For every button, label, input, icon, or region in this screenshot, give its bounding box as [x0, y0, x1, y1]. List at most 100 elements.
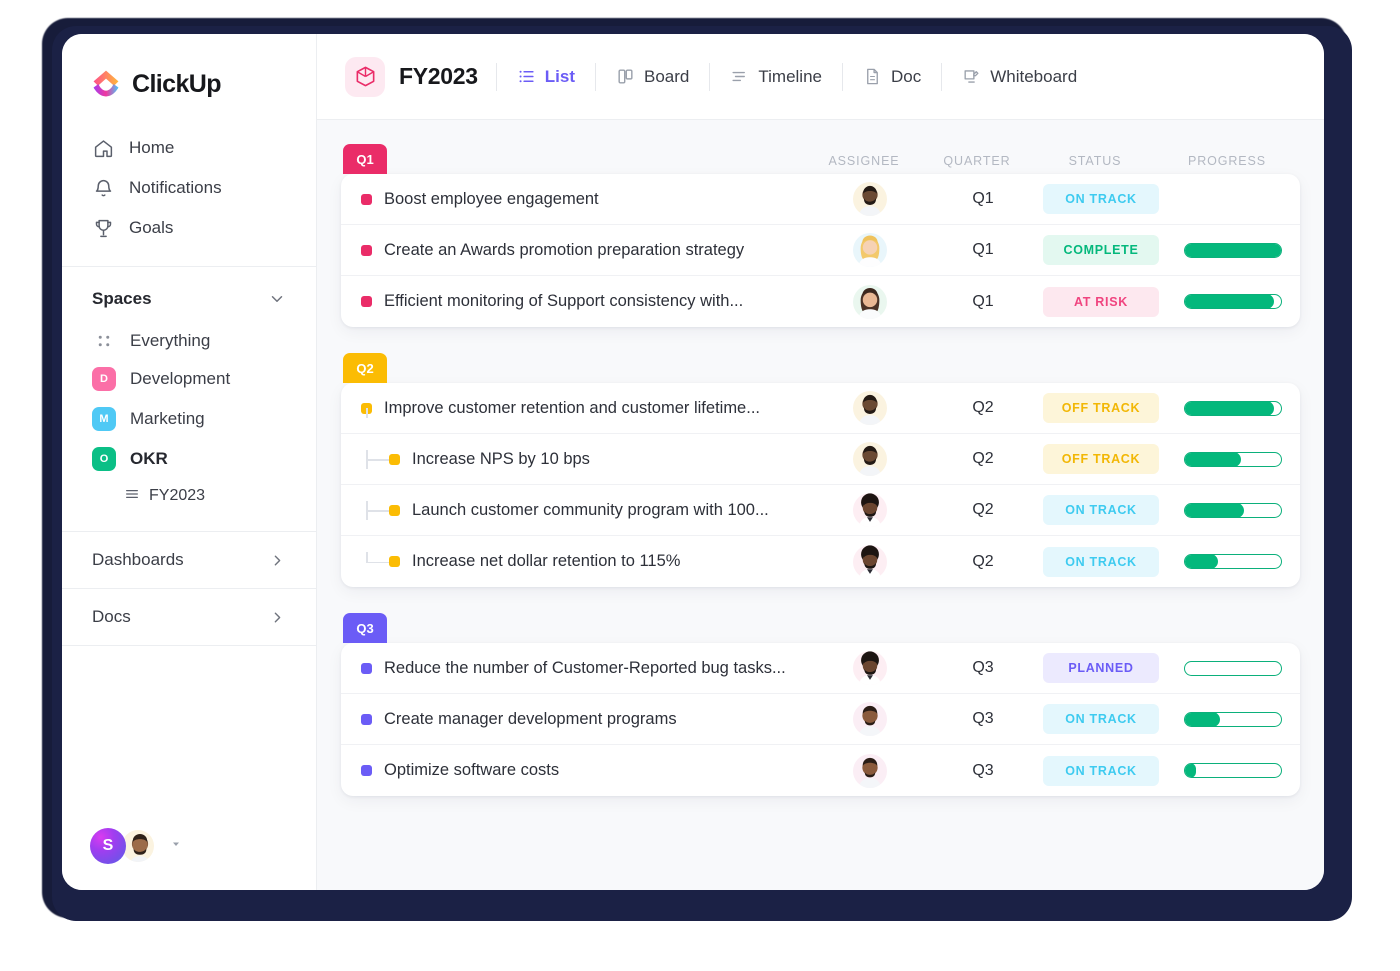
table-row[interactable]: Increase NPS by 10 bps Q2 OFF TRACK [341, 434, 1300, 485]
brand[interactable]: ClickUp [62, 34, 316, 124]
progress-cell[interactable] [1166, 294, 1300, 309]
group-tab-q1[interactable]: Q1 [343, 144, 387, 174]
nav-item-goals[interactable]: Goals [62, 208, 316, 248]
progress-bar[interactable] [1184, 660, 1282, 676]
progress-cell[interactable] [1166, 660, 1300, 676]
assignee-cell[interactable] [810, 284, 930, 319]
status-cell[interactable]: ON TRACK [1036, 546, 1166, 577]
assignee-cell[interactable] [810, 753, 930, 788]
progress-cell[interactable] [1166, 711, 1300, 727]
task-name-cell[interactable]: Increase NPS by 10 bps [341, 449, 810, 469]
status-cell[interactable]: ON TRACK [1036, 184, 1166, 214]
progress-cell[interactable] [1166, 554, 1300, 569]
avatar[interactable] [853, 702, 887, 736]
group-tab-q2[interactable]: Q2 [343, 353, 387, 383]
avatar[interactable] [853, 284, 887, 319]
table-row[interactable]: Increase net dollar retention to 115% Q2 O… [341, 536, 1300, 587]
caret-down-icon[interactable] [170, 837, 182, 855]
progress-cell[interactable] [1166, 502, 1300, 518]
task-name-cell[interactable]: Reduce the number of Customer-Reported b… [341, 659, 810, 678]
sidebar-item-fy2023[interactable]: FY2023 [62, 479, 316, 513]
status-cell[interactable]: ON TRACK [1036, 704, 1166, 734]
status-badge[interactable]: ON TRACK [1043, 495, 1159, 525]
progress-bar[interactable] [1184, 711, 1282, 727]
status-cell[interactable]: OFF TRACK [1036, 444, 1166, 474]
task-name-cell[interactable]: Optimize software costs [341, 761, 810, 780]
table-row[interactable]: Create manager development programs Q3 ON … [341, 694, 1300, 745]
table-row[interactable]: Launch customer community program with 1… [341, 485, 1300, 536]
avatar[interactable] [853, 391, 887, 425]
spaces-header[interactable]: Spaces [62, 267, 316, 323]
progress-cell[interactable] [1166, 242, 1300, 258]
assignee-cell[interactable] [810, 442, 930, 476]
progress-bar[interactable] [1184, 451, 1282, 467]
table-row[interactable]: Efficient monitoring of Support consiste… [341, 276, 1300, 327]
task-name-cell[interactable]: Create an Awards promotion preparation s… [341, 241, 810, 260]
task-name-cell[interactable]: Efficient monitoring of Support consiste… [341, 292, 810, 311]
status-badge[interactable]: AT RISK [1043, 286, 1159, 317]
avatar[interactable] [853, 182, 887, 216]
nav-item-home[interactable]: Home [62, 128, 316, 168]
status-badge[interactable]: OFF TRACK [1043, 393, 1159, 423]
sidebar-item-docs[interactable]: Docs [62, 588, 316, 645]
status-badge[interactable]: PLANNED [1043, 653, 1159, 683]
status-cell[interactable]: COMPLETE [1036, 235, 1166, 265]
avatar[interactable] [853, 493, 887, 527]
assignee-cell[interactable] [810, 702, 930, 736]
table-row[interactable]: Optimize software costs Q3 ON TRACK [341, 745, 1300, 796]
task-name-cell[interactable]: Boost employee engagement [341, 190, 810, 209]
sidebar-item-dashboards[interactable]: Dashboards [62, 531, 316, 588]
task-name-cell[interactable]: Create manager development programs [341, 710, 810, 729]
status-cell[interactable]: ON TRACK [1036, 495, 1166, 525]
table-row[interactable]: Create an Awards promotion preparation s… [341, 225, 1300, 276]
tab-whiteboard[interactable]: Whiteboard [942, 57, 1097, 97]
task-name-cell[interactable]: Improve customer retention and customer … [341, 399, 810, 418]
group-tab-q3[interactable]: Q3 [343, 613, 387, 643]
sidebar-item-everything[interactable]: Everything [62, 323, 316, 359]
progress-bar[interactable] [1184, 400, 1282, 416]
status-badge[interactable]: COMPLETE [1043, 235, 1159, 265]
assignee-cell[interactable] [810, 391, 930, 425]
sidebar-item-marketing[interactable]: M Marketing [62, 399, 316, 439]
avatar[interactable] [853, 651, 887, 685]
assignee-cell[interactable] [810, 182, 930, 216]
assignee-cell[interactable] [810, 544, 930, 579]
task-name-cell[interactable]: Launch customer community program with 1… [341, 500, 810, 520]
avatar[interactable] [853, 544, 887, 579]
assignee-cell[interactable] [810, 493, 930, 527]
assignee-cell[interactable] [810, 651, 930, 685]
task-name-cell[interactable]: Increase net dollar retention to 115% [341, 552, 810, 571]
workspace-avatar[interactable]: S [90, 828, 126, 864]
sidebar-item-development[interactable]: D Development [62, 359, 316, 399]
status-cell[interactable]: ON TRACK [1036, 755, 1166, 786]
tab-list[interactable]: List [497, 57, 595, 97]
table-row[interactable]: Reduce the number of Customer-Reported b… [341, 643, 1300, 694]
progress-bar[interactable] [1184, 763, 1282, 778]
status-cell[interactable]: PLANNED [1036, 653, 1166, 683]
avatar[interactable] [853, 233, 887, 267]
status-badge[interactable]: ON TRACK [1043, 755, 1159, 786]
progress-bar[interactable] [1184, 242, 1282, 258]
tab-timeline[interactable]: Timeline [710, 57, 842, 97]
tab-board[interactable]: Board [596, 57, 709, 97]
progress-cell[interactable] [1166, 400, 1300, 416]
sidebar-item-okr[interactable]: O OKR [62, 439, 316, 479]
status-badge[interactable]: OFF TRACK [1043, 444, 1159, 474]
avatar[interactable] [853, 442, 887, 476]
nav-item-notifications[interactable]: Notifications [62, 168, 316, 208]
progress-cell[interactable] [1166, 763, 1300, 778]
progress-bar[interactable] [1184, 554, 1282, 569]
status-badge[interactable]: ON TRACK [1043, 184, 1159, 214]
progress-bar[interactable] [1184, 294, 1282, 309]
status-cell[interactable]: OFF TRACK [1036, 393, 1166, 423]
avatar[interactable] [853, 753, 887, 788]
tab-doc[interactable]: Doc [843, 57, 941, 97]
status-cell[interactable]: AT RISK [1036, 286, 1166, 317]
table-row[interactable]: Boost employee engagement Q1 ON TRACK [341, 174, 1300, 225]
chevron-down-icon[interactable] [268, 290, 286, 308]
progress-bar[interactable] [1184, 502, 1282, 518]
assignee-cell[interactable] [810, 233, 930, 267]
table-row[interactable]: Improve customer retention and customer … [341, 383, 1300, 434]
progress-cell[interactable] [1166, 451, 1300, 467]
status-badge[interactable]: ON TRACK [1043, 704, 1159, 734]
